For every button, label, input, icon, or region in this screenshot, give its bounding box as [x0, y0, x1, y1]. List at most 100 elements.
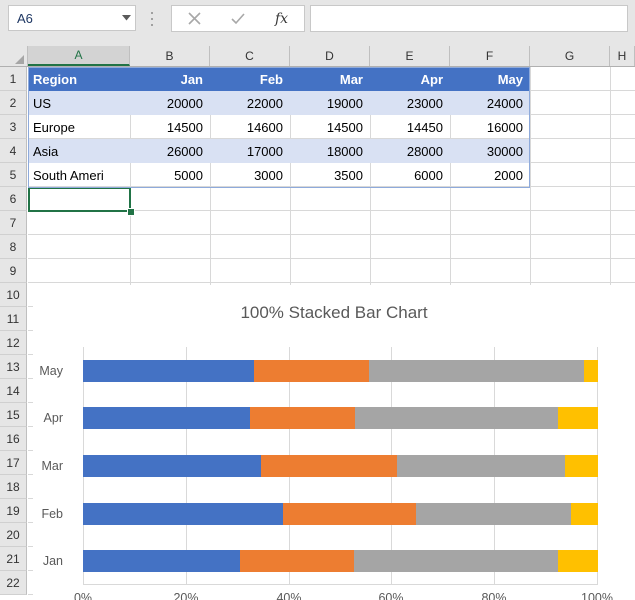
chart-segment-south-america[interactable] — [565, 455, 598, 477]
chart-segment-us[interactable] — [83, 550, 241, 572]
column-header-c[interactable]: C — [210, 46, 290, 66]
chart-segment-south-america[interactable] — [558, 550, 598, 572]
cell-value[interactable]: 24000 — [450, 91, 529, 115]
cell-value[interactable]: 22000 — [210, 91, 289, 115]
chart-segment-us[interactable] — [83, 407, 250, 429]
row-header-19[interactable]: 19 — [0, 499, 27, 523]
row-header-2[interactable]: 2 — [0, 91, 27, 115]
chart-segment-south-america[interactable] — [583, 360, 598, 382]
chart-bar-jan[interactable] — [83, 550, 598, 572]
chart-segment-europe[interactable] — [254, 360, 369, 382]
chart-segment-south-america[interactable] — [557, 407, 598, 429]
chart-bar-apr[interactable] — [83, 407, 598, 429]
name-box[interactable]: A6 — [8, 5, 136, 31]
chart-segment-europe[interactable] — [283, 503, 417, 525]
cell-value[interactable]: 18000 — [290, 139, 369, 163]
row-header-10[interactable]: 10 — [0, 283, 27, 307]
vertical-dots-icon[interactable] — [146, 12, 158, 26]
chart-segment-europe[interactable] — [240, 550, 354, 572]
selected-cell-a6[interactable] — [28, 187, 131, 212]
row-header-13[interactable]: 13 — [0, 355, 27, 379]
column-header-g[interactable]: G — [530, 46, 610, 66]
chart-segment-us[interactable] — [83, 455, 261, 477]
cell-header-apr[interactable]: Apr — [370, 67, 449, 91]
row-header-12[interactable]: 12 — [0, 331, 27, 355]
chart-category-label-jan: Jan — [42, 554, 63, 568]
chart-segment-europe[interactable] — [260, 455, 397, 477]
cell-region-europe[interactable]: Europe — [28, 115, 129, 139]
chart-bar-may[interactable] — [83, 360, 598, 382]
cell-value[interactable]: 14450 — [370, 115, 449, 139]
cell-header-mar[interactable]: Mar — [290, 67, 369, 91]
cell-value[interactable]: 2000 — [450, 163, 529, 187]
row-header-14[interactable]: 14 — [0, 379, 27, 403]
cell-value[interactable]: 14500 — [130, 115, 209, 139]
chart-segment-us[interactable] — [83, 360, 255, 382]
column-header-a[interactable]: A — [28, 46, 130, 66]
chart-segment-asia[interactable] — [368, 360, 584, 382]
cell-header-region[interactable]: Region — [28, 67, 129, 91]
row-header-3[interactable]: 3 — [0, 115, 27, 139]
row-header-20[interactable]: 20 — [0, 523, 27, 547]
cell-value[interactable]: 3500 — [290, 163, 369, 187]
cell-header-feb[interactable]: Feb — [210, 67, 289, 91]
column-header-f[interactable]: F — [450, 46, 530, 66]
chart-segment-europe[interactable] — [249, 407, 355, 429]
cell-region-south-ameri[interactable]: South Ameri — [28, 163, 129, 187]
cell-value[interactable]: 5000 — [130, 163, 209, 187]
row-header-5[interactable]: 5 — [0, 163, 27, 187]
cell-header-may[interactable]: May — [450, 67, 529, 91]
row-header-16[interactable]: 16 — [0, 427, 27, 451]
chart-bar-feb[interactable] — [83, 503, 598, 525]
row-header-1[interactable]: 1 — [0, 67, 27, 91]
chart-object[interactable]: 100% Stacked Bar Chart USEuropeAsiaSouth… — [33, 285, 635, 600]
cell-value[interactable]: 6000 — [370, 163, 449, 187]
column-header-h[interactable]: H — [610, 46, 635, 66]
chart-segment-asia[interactable] — [416, 503, 572, 525]
chart-segment-us[interactable] — [83, 503, 284, 525]
cell-region-us[interactable]: US — [28, 91, 129, 115]
svg-text:fx: fx — [274, 11, 288, 27]
cell-header-jan[interactable]: Jan — [130, 67, 209, 91]
cell-value[interactable]: 28000 — [370, 139, 449, 163]
select-all-corner[interactable] — [0, 46, 28, 66]
cell-value[interactable]: 14600 — [210, 115, 289, 139]
row-header-17[interactable]: 17 — [0, 451, 27, 475]
cell-value[interactable]: 26000 — [130, 139, 209, 163]
chart-segment-south-america[interactable] — [571, 503, 598, 525]
chart-segment-asia[interactable] — [353, 550, 559, 572]
insert-function-button[interactable]: fx — [260, 6, 304, 31]
row-header-8[interactable]: 8 — [0, 235, 27, 259]
chevron-down-icon[interactable] — [117, 6, 135, 30]
cell-value[interactable]: 17000 — [210, 139, 289, 163]
cell-value[interactable]: 30000 — [450, 139, 529, 163]
row-header-4[interactable]: 4 — [0, 139, 27, 163]
cell-value[interactable]: 16000 — [450, 115, 529, 139]
cell-value[interactable]: 20000 — [130, 91, 209, 115]
row-header-22[interactable]: 22 — [0, 571, 27, 595]
chart-tick-label: 40% — [276, 591, 302, 600]
row-header-9[interactable]: 9 — [0, 259, 27, 283]
confirm-button[interactable] — [216, 6, 260, 31]
row-header-15[interactable]: 15 — [0, 403, 27, 427]
cell-region-asia[interactable]: Asia — [28, 139, 129, 163]
cell-value[interactable]: 14500 — [290, 115, 369, 139]
row-header-18[interactable]: 18 — [0, 475, 27, 499]
cell-value[interactable]: 19000 — [290, 91, 369, 115]
row-header-7[interactable]: 7 — [0, 211, 27, 235]
chart-plot-area — [83, 347, 598, 585]
column-header-e[interactable]: E — [370, 46, 450, 66]
row-header-6[interactable]: 6 — [0, 187, 27, 211]
fill-handle[interactable] — [127, 208, 135, 216]
chart-bar-mar[interactable] — [83, 455, 598, 477]
row-header-11[interactable]: 11 — [0, 307, 27, 331]
column-header-b[interactable]: B — [130, 46, 210, 66]
chart-segment-asia[interactable] — [396, 455, 566, 477]
cancel-button[interactable] — [172, 6, 216, 31]
column-header-d[interactable]: D — [290, 46, 370, 66]
formula-input[interactable] — [310, 5, 628, 32]
cell-value[interactable]: 3000 — [210, 163, 289, 187]
chart-segment-asia[interactable] — [354, 407, 558, 429]
cell-value[interactable]: 23000 — [370, 91, 449, 115]
row-header-21[interactable]: 21 — [0, 547, 27, 571]
